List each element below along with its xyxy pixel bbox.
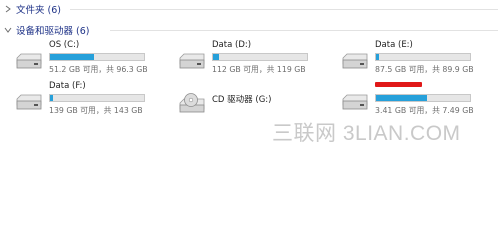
- drive-space-info: 87.5 GB 可用，共 89.9 GB: [375, 65, 474, 74]
- hard-drive-icon: [340, 52, 370, 72]
- drive-space-info: 112 GB 可用，共 119 GB: [212, 65, 306, 74]
- hard-drive-icon: [177, 52, 207, 72]
- drive-space-info: 139 GB 可用，共 143 GB: [49, 106, 143, 115]
- drive-label: CD 驱动器 (G:): [212, 95, 272, 105]
- drive-item-d[interactable]: Data (D:) 112 GB 可用，共 119 GB: [177, 40, 327, 80]
- drive-space-info: 3.41 GB 可用，共 7.49 GB: [375, 106, 474, 115]
- drive-item-g[interactable]: CD 驱动器 (G:): [177, 81, 327, 121]
- redaction-mark: [375, 82, 422, 87]
- group-divider: [110, 30, 498, 31]
- drive-usage-bar: [49, 94, 145, 102]
- drive-usage-bar: [375, 53, 471, 61]
- watermark-text: 三联网 3LIAN.COM: [272, 122, 461, 145]
- chevron-right-icon[interactable]: [3, 4, 13, 14]
- cd-drive-icon: [177, 93, 207, 113]
- hard-drive-icon: [340, 93, 370, 113]
- drive-label: Data (F:): [49, 81, 86, 91]
- drive-usage-bar: [49, 53, 145, 61]
- drive-usage-bar: [375, 94, 471, 102]
- drive-item-f[interactable]: Data (F:) 139 GB 可用，共 143 GB: [14, 81, 164, 121]
- hard-drive-icon: [14, 93, 44, 113]
- drive-item-e[interactable]: Data (E:) 87.5 GB 可用，共 89.9 GB: [340, 40, 490, 80]
- drive-item-h[interactable]: 3.41 GB 可用，共 7.49 GB: [340, 81, 490, 121]
- group-title-folders: 文件夹 (6): [16, 5, 61, 16]
- group-header-folders[interactable]: 文件夹 (6): [0, 0, 498, 18]
- drive-space-info: 51.2 GB 可用，共 96.3 GB: [49, 65, 148, 74]
- chevron-down-icon[interactable]: [3, 25, 13, 35]
- drive-usage-bar: [212, 53, 308, 61]
- group-title-devices: 设备和驱动器 (6): [16, 26, 90, 37]
- drive-label: Data (D:): [212, 40, 252, 50]
- group-header-devices[interactable]: 设备和驱动器 (6): [0, 21, 498, 39]
- drive-item-c[interactable]: OS (C:) 51.2 GB 可用，共 96.3 GB: [14, 40, 164, 80]
- drive-label: Data (E:): [375, 40, 413, 50]
- group-divider: [70, 9, 498, 10]
- hard-drive-icon: [14, 52, 44, 72]
- drive-label: OS (C:): [49, 40, 80, 50]
